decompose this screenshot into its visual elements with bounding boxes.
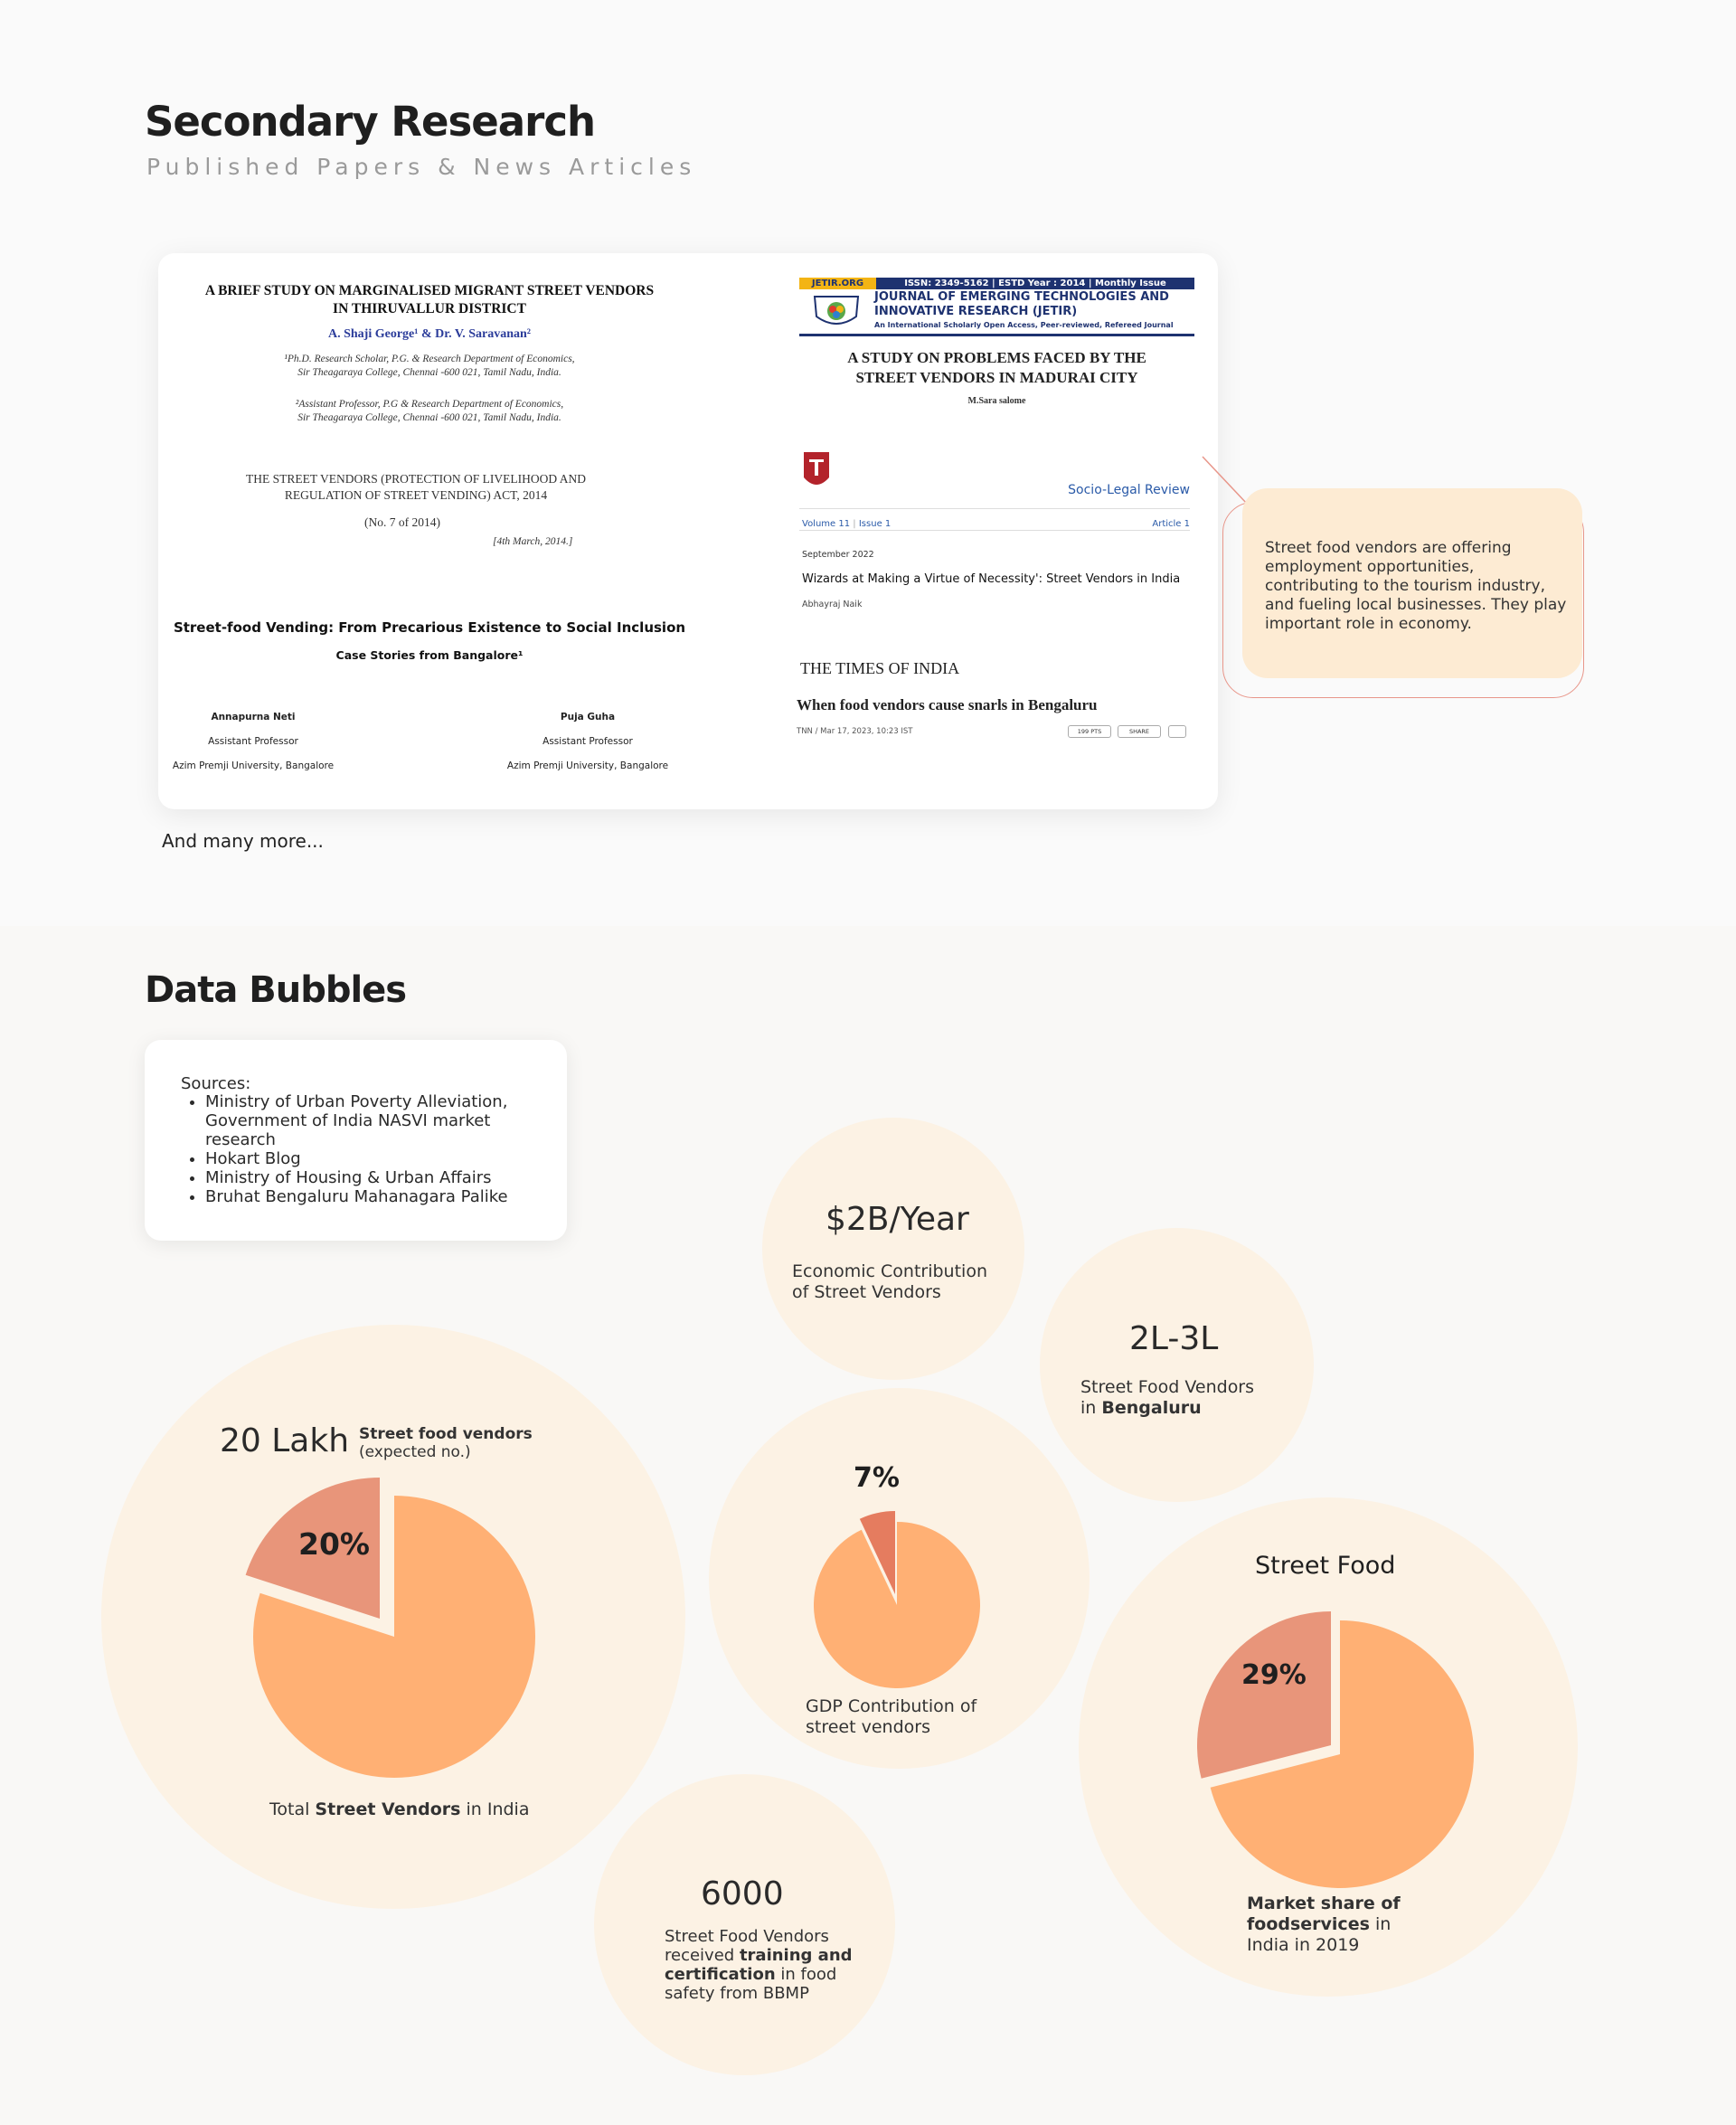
toi-points-badge[interactable]: 199 PTS	[1068, 725, 1111, 738]
econ-label: Economic Contribution of Street Vendors	[792, 1261, 987, 1302]
toi-share-button[interactable]: SHARE	[1118, 725, 1161, 738]
and-many-more-text: And many more...	[162, 830, 324, 852]
research-collage-card: A BRIEF STUDY ON MARGINALISED MIGRANT ST…	[158, 253, 1218, 809]
total-note: Street food vendors (expected no.)	[359, 1425, 533, 1461]
toi-masthead: THE TIMES OF INDIA	[800, 659, 960, 677]
gdp-caption: GDP Contribution of street vendors	[806, 1696, 977, 1737]
total-pct-label: 20%	[298, 1526, 370, 1562]
sources-list: Ministry of Urban Poverty Alleviation, G…	[181, 1092, 549, 1206]
source-item: Ministry of Urban Poverty Alleviation, G…	[205, 1092, 549, 1149]
jetir-tag: JETIR.ORG	[799, 278, 876, 289]
paper-authors: A. Shaji George¹ & Dr. V. Saravanan²	[328, 327, 531, 341]
act-title: THE STREET VENDORS (PROTECTION OF LIVELI…	[246, 472, 586, 502]
sources-label: Sources:	[181, 1074, 251, 1093]
toi-headline: When food vendors cause snarls in Bengal…	[797, 696, 1098, 713]
slice-street-food-share	[1197, 1611, 1331, 1779]
jetir-journal-name: JOURNAL OF EMERGING TECHNOLOGIES AND INNO…	[874, 290, 1169, 318]
total-value: 20 Lakh	[220, 1422, 350, 1459]
paper2-author-1: Annapurna Neti Assistant Professor Azim …	[172, 712, 335, 771]
sources-card: Sources: Ministry of Urban Poverty Allev…	[145, 1040, 567, 1241]
slr-author: Abhayraj Naik	[802, 600, 863, 609]
jetir-paper-title: A STUDY ON PROBLEMS FACED BY THE STREET V…	[847, 349, 1146, 386]
slr-article-number: Article 1	[1152, 519, 1190, 529]
paper2-title: Street-food Vending: From Precarious Exi…	[173, 619, 686, 636]
total-vendors-pie	[245, 1478, 535, 1778]
training-value: 6000	[701, 1875, 784, 1912]
source-item: Ministry of Housing & Urban Affairs	[205, 1168, 549, 1187]
slr-journal-name: Socio-Legal Review	[1068, 483, 1190, 497]
total-caption: Total Street Vendors in India	[269, 1799, 530, 1819]
paper2-subtitle: Case Stories from Bangalore¹	[335, 648, 524, 662]
jetir-rule	[799, 334, 1194, 336]
bubble-bengaluru	[1040, 1228, 1314, 1502]
toi-meta: TNN / Mar 17, 2023, 10:23 IST	[797, 727, 913, 736]
jetir-author: M.Sara salome	[967, 396, 1026, 406]
bubble-training	[594, 1774, 895, 2075]
market-title: Street Food	[1255, 1552, 1396, 1580]
act-date: [4th March, 2014.]	[493, 536, 573, 547]
paper-affiliation-2: ²Assistant Professor, P.G & Research Dep…	[295, 399, 564, 423]
gdp-pie	[814, 1511, 980, 1688]
bubble-economic	[762, 1118, 1024, 1380]
market-caption: Market share of foodservices in India in 2…	[1247, 1894, 1401, 1955]
slr-crest-icon	[804, 452, 829, 485]
paper-affiliation-1: ¹Ph.D. Research Scholar, P.G. & Research…	[284, 354, 575, 378]
econ-value: $2B/Year	[826, 1201, 969, 1238]
jetir-logo-icon	[813, 296, 860, 325]
jetir-tagline: An International Scholarly Open Access, …	[874, 321, 1174, 329]
bengaluru-label: Street Food Vendors in Bengaluru	[1080, 1377, 1255, 1418]
slr-divider	[799, 508, 1190, 509]
source-item: Bruhat Bengaluru Mahanagara Palike	[205, 1187, 549, 1206]
section-title: Secondary Research	[145, 98, 596, 146]
jetir-issn: ISSN: 2349-5162 | ESTD Year : 2014 | Mon…	[876, 278, 1194, 289]
slr-date: September 2022	[802, 550, 874, 560]
bengaluru-value: 2L-3L	[1129, 1320, 1219, 1357]
paper2-author-2: Puja Guha Assistant Professor Azim Premj…	[506, 712, 669, 771]
training-caption: Street Food Vendors received training an…	[665, 1927, 853, 2003]
slice-rest-of-gdp	[814, 1522, 980, 1688]
callout-text: Street food vendors are offering employm…	[1265, 539, 1567, 633]
section-subtitle: Published Papers & News Articles	[146, 154, 697, 180]
act-number: (No. 7 of 2014)	[364, 515, 440, 529]
market-share-pie	[1197, 1611, 1474, 1888]
source-item: Hokart Blog	[205, 1149, 549, 1168]
slr-article-title: Wizards at Making a Virtue of Necessity'…	[802, 572, 1181, 586]
slr-volume-issue: Volume 11 | Issue 1	[802, 519, 892, 529]
slr-divider-2	[799, 530, 1190, 531]
data-bubbles-title: Data Bubbles	[145, 969, 407, 1011]
toi-print-icon[interactable]	[1168, 725, 1186, 738]
paper-title: A BRIEF STUDY ON MARGINALISED MIGRANT ST…	[204, 283, 655, 316]
market-pct-label: 29%	[1241, 1659, 1307, 1691]
